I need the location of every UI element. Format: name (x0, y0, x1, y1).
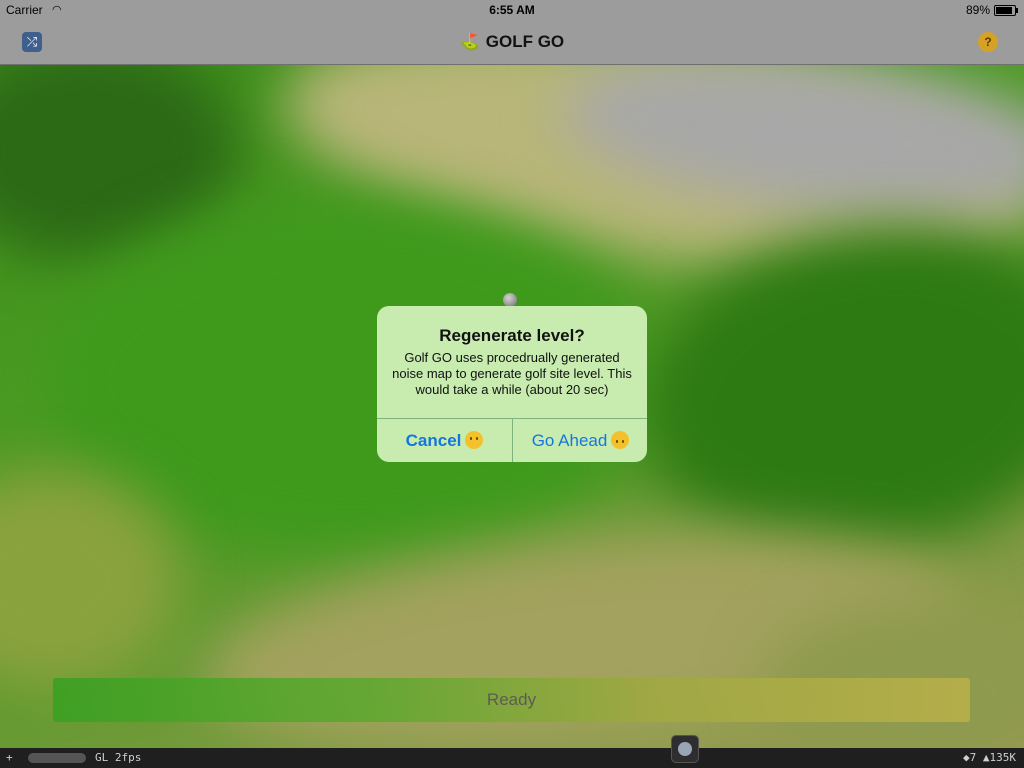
go-ahead-button[interactable]: Go Ahead (513, 419, 647, 462)
carrier-label: Carrier (6, 3, 43, 17)
go-ahead-button-label: Go Ahead (531, 431, 608, 450)
thinking-face-icon[interactable]: ? (978, 32, 998, 52)
debug-expand-button[interactable]: + (6, 751, 13, 764)
golf-ball (503, 293, 517, 307)
regenerate-level-alert: Regenerate level? Golf GO uses procedrua… (377, 306, 647, 462)
battery-icon (994, 5, 1018, 16)
record-dot-icon (678, 742, 692, 756)
status-bar: Carrier ◠ 6:55 AM 89% (0, 0, 1024, 20)
battery-percent: 89% (965, 3, 990, 17)
page-title-text: GOLF GO (485, 32, 565, 51)
cancel-button-label: Cancel (405, 431, 462, 450)
golf-flag-icon: ⛳ (459, 34, 480, 51)
upside-down-face-icon (611, 431, 630, 449)
navigation-bar: ⤮ ⛳ GOLF GO ? (0, 20, 1024, 65)
battery-level-fill (996, 7, 1012, 14)
shuffle-icon[interactable]: ⤮ (22, 32, 42, 52)
status-message-bar: Ready (53, 678, 970, 722)
page-title: ⛳ GOLF GO (0, 32, 1024, 52)
renderer-info: GL 2fps (95, 751, 142, 764)
expressionless-face-icon (465, 431, 484, 449)
debug-stats-bar: + GL 2fps ◆7 ▲135K (0, 748, 1024, 768)
alert-message: Golf GO uses procedrually generated nois… (392, 350, 632, 397)
alert-title: Regenerate level? (439, 326, 585, 345)
debug-slider[interactable] (28, 753, 86, 763)
wifi-icon: ◠ (52, 4, 62, 16)
status-message: Ready (486, 690, 537, 709)
clock: 6:55 AM (489, 3, 535, 17)
record-button[interactable] (671, 735, 699, 763)
scene-stats: ◆7 ▲135K (963, 751, 1016, 764)
cancel-button[interactable]: Cancel (377, 419, 512, 462)
